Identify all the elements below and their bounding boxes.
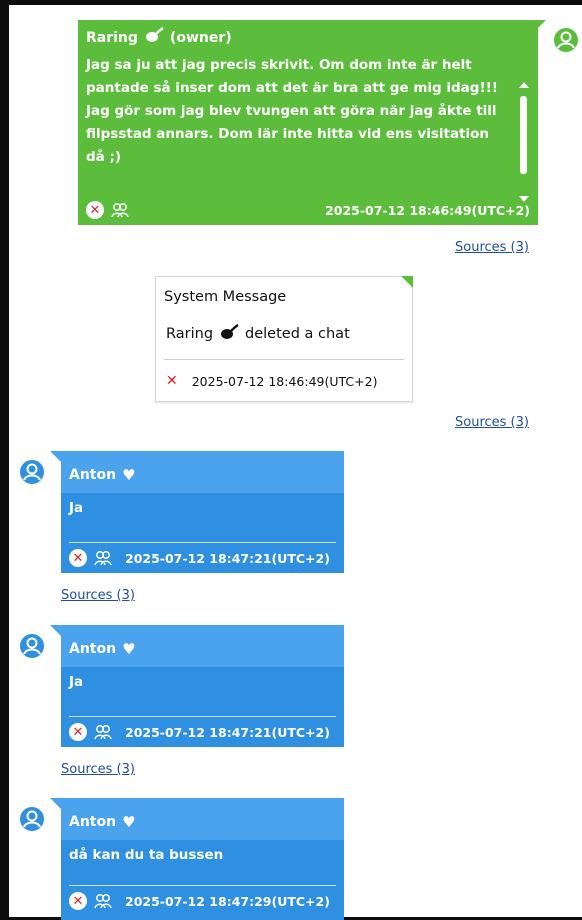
message-footer: ✕ 2025-07-12 18:47:21(UTC+2) <box>69 542 336 573</box>
actor-name: Raring <box>166 326 214 342</box>
sources-link[interactable]: Sources (3) <box>61 762 135 777</box>
system-message-title: System Message <box>164 289 287 305</box>
message-timestamp: 2025-07-12 18:47:29(UTC+2) <box>125 893 330 909</box>
message-timestamp: 2025-07-12 18:47:21(UTC+2) <box>125 550 330 566</box>
message-text: Ja <box>69 674 84 690</box>
message-header: Anton ♥ <box>61 625 344 667</box>
sender-name: Anton <box>69 467 117 483</box>
participants-icon[interactable] <box>93 723 113 741</box>
participant-avatar-icon[interactable] <box>18 458 46 486</box>
message-timestamp: 2025-07-12 18:46:49(UTC+2) <box>325 202 530 218</box>
participants-icon[interactable] <box>93 892 113 910</box>
message-header: Raring (owner) <box>78 20 538 50</box>
sources-link[interactable]: Sources (3) <box>455 415 529 430</box>
sender-name: Raring <box>86 30 138 46</box>
sender-name: Anton <box>69 641 117 657</box>
window-frame-left <box>0 0 9 920</box>
message-timestamp: 2025-07-12 18:47:21(UTC+2) <box>125 724 330 740</box>
bubble-tail <box>401 276 413 288</box>
participant-avatar-icon[interactable] <box>18 632 46 660</box>
deleted-status-icon: ✕ <box>69 892 87 910</box>
heart-icon: ♥ <box>122 813 136 831</box>
message-scrollbar[interactable] <box>516 74 532 206</box>
message-footer: ✕ 2025-07-12 18:47:21(UTC+2) <box>69 716 336 747</box>
message-footer: ✕ 2025-07-12 18:47:29(UTC+2) <box>69 885 336 916</box>
participants-icon[interactable] <box>93 549 113 567</box>
system-message-card[interactable]: System Message Raring deleted a chat ✕ 2… <box>155 276 413 402</box>
heart-icon: ♥ <box>122 466 136 484</box>
owner-avatar-icon[interactable] <box>552 26 580 54</box>
message-bubble-participant[interactable]: Anton ♥ Ja ✕ 2025-07-12 18:47:21(UTC+2) <box>61 625 344 747</box>
deleted-status-icon: ✕ <box>69 723 87 741</box>
message-bubble-participant[interactable]: Anton ♥ Ja ✕ 2025-07-12 18:47:21(UTC+2) <box>61 451 344 573</box>
divider <box>164 359 404 360</box>
deleted-status-icon: ✕ <box>69 549 87 567</box>
system-action-text: deleted a chat <box>245 326 350 342</box>
sources-link[interactable]: Sources (3) <box>61 588 135 603</box>
message-timestamp: 2025-07-12 18:46:49(UTC+2) <box>191 373 378 389</box>
deleted-status-icon: ✕ <box>86 201 104 219</box>
participant-avatar-icon[interactable] <box>18 805 46 833</box>
message-header: Anton ♥ <box>61 798 344 840</box>
message-text: då kan du ta bussen <box>69 847 224 863</box>
message-text: Jag sa ju att jag precis skrivit. Om dom… <box>86 57 498 165</box>
message-header: Anton ♥ <box>61 451 344 493</box>
window-frame-top <box>0 0 582 5</box>
scroll-up-arrow-icon[interactable] <box>519 82 529 88</box>
scroll-thumb[interactable] <box>520 96 527 174</box>
ponytail-icon <box>144 26 164 49</box>
deleted-status-icon: ✕ <box>166 373 178 389</box>
owner-role-label: (owner) <box>169 30 232 46</box>
sources-link[interactable]: Sources (3) <box>455 240 529 255</box>
message-footer: ✕ 2025-07-12 18:46:49(UTC+2) <box>78 195 538 225</box>
heart-icon: ♥ <box>122 640 136 658</box>
message-text: Ja <box>69 500 84 516</box>
message-footer: ✕ 2025-07-12 18:46:49(UTC+2) <box>166 373 377 389</box>
message-bubble-owner[interactable]: Raring (owner) Jag sa ju att jag precis … <box>78 20 538 225</box>
ponytail-icon <box>219 323 239 344</box>
participants-icon[interactable] <box>110 201 130 219</box>
system-message-body: Raring deleted a chat <box>166 323 350 344</box>
message-bubble-participant[interactable]: Anton ♥ då kan du ta bussen ✕ 2025-07-12… <box>61 798 344 920</box>
sender-name: Anton <box>69 814 117 830</box>
